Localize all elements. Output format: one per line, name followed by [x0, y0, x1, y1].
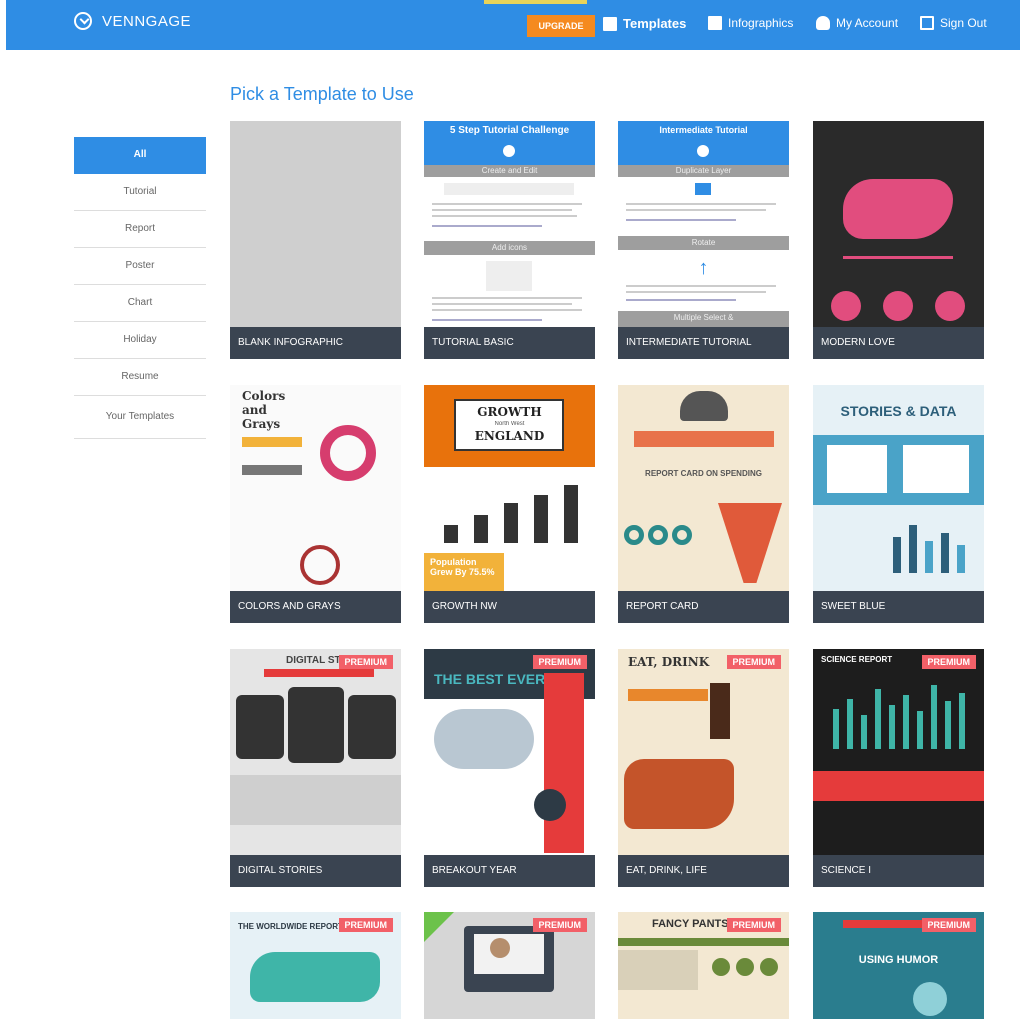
- premium-badge: PREMIUM: [726, 918, 781, 932]
- template-thumbnail: Intermediate Tutorial Duplicate Layer Ro…: [618, 121, 789, 327]
- sidebar-item-all[interactable]: All: [74, 137, 206, 174]
- template-thumbnail: 5 Step Tutorial Challenge Create and Edi…: [424, 121, 595, 327]
- template-label: BLANK INFOGRAPHIC: [230, 327, 401, 359]
- template-card-tutorial-basic[interactable]: 5 Step Tutorial Challenge Create and Edi…: [424, 121, 595, 359]
- thumb-title-2: ENGLAND: [474, 429, 545, 443]
- template-label: MODERN LOVE: [813, 327, 984, 359]
- category-sidebar: All Tutorial Report Poster Chart Holiday…: [74, 137, 206, 439]
- nav-sign-out-label: Sign Out: [940, 16, 987, 30]
- template-label: COLORS AND GRAYS: [230, 591, 401, 623]
- nav-my-account[interactable]: My Account: [816, 16, 898, 30]
- thumb-section: Create and Edit: [481, 166, 538, 175]
- thumb-title: GROWTH: [477, 405, 542, 419]
- template-thumbnail: THE BEST EVER: [424, 649, 595, 855]
- template-thumbnail: [230, 121, 401, 327]
- template-card-intermediate-tutorial[interactable]: Intermediate Tutorial Duplicate Layer Ro…: [618, 121, 789, 359]
- sidebar-item-chart[interactable]: Chart: [74, 285, 206, 322]
- template-card-worldwide-report[interactable]: THE WORLDWIDE REPORT PREMIUM: [230, 912, 401, 1019]
- template-thumbnail: DIGITAL STORI: [230, 649, 401, 855]
- template-card-using-humor[interactable]: USING HUMOR PREMIUM: [813, 912, 984, 1019]
- thumb-title: REPORT CARD ON SPENDING: [645, 469, 762, 478]
- thumb-title: 5 Step Tutorial Challenge: [449, 125, 570, 136]
- thumb-title: USING HUMOR: [858, 954, 939, 966]
- account-icon: [816, 16, 830, 30]
- template-card-sweet-blue[interactable]: STORIES & DATA SWEET BLUE: [813, 385, 984, 623]
- thumb-section: Multiple Select &: [673, 313, 734, 322]
- template-card-growth-nw[interactable]: GROWTH North West ENGLAND Population Gre…: [424, 385, 595, 623]
- nav-accent-bar: [484, 0, 587, 4]
- template-thumbnail: Colors and Grays: [230, 385, 401, 591]
- thumb-title: Colors and Grays: [242, 389, 286, 431]
- template-card-eat-drink-life[interactable]: EAT, DRINK PREMIUM EAT, DRINK, LIFE: [618, 649, 789, 887]
- thumb-section: Add icons: [491, 243, 528, 252]
- template-card-blank-infographic[interactable]: BLANK INFOGRAPHIC: [230, 121, 401, 359]
- thumb-title: THE WORLDWIDE REPORT: [238, 922, 343, 931]
- template-thumbnail: REPORT CARD ON SPENDING: [618, 385, 789, 591]
- nav-infographics[interactable]: Infographics: [708, 16, 793, 30]
- premium-badge: PREMIUM: [921, 918, 976, 932]
- premium-badge: PREMIUM: [726, 655, 781, 669]
- sidebar-item-resume[interactable]: Resume: [74, 359, 206, 396]
- thumb-title: STORIES & DATA: [840, 403, 957, 419]
- template-card-premium-2[interactable]: PREMIUM: [424, 912, 595, 1019]
- template-thumbnail: [813, 121, 984, 327]
- template-thumbnail: GROWTH North West ENGLAND Population Gre…: [424, 385, 595, 591]
- template-card-modern-love[interactable]: MODERN LOVE: [813, 121, 984, 359]
- template-thumbnail: SCIENCE REPORT: [813, 649, 984, 855]
- nav-my-account-label: My Account: [836, 16, 899, 30]
- logo-icon: [74, 12, 92, 30]
- template-card-fancy-pants[interactable]: FANCY PANTS R PREMIUM: [618, 912, 789, 1019]
- template-label: BREAKOUT YEAR: [424, 855, 595, 887]
- sidebar-item-holiday[interactable]: Holiday: [74, 322, 206, 359]
- template-label: SCIENCE I: [813, 855, 984, 887]
- thumb-title: THE BEST EVER: [434, 671, 546, 687]
- up-arrow-icon: ↑: [698, 257, 709, 279]
- premium-badge: PREMIUM: [921, 655, 976, 669]
- sidebar-item-poster[interactable]: Poster: [74, 248, 206, 285]
- template-card-science-i[interactable]: SCIENCE REPORT PREMIUM SCIENCE I: [813, 649, 984, 887]
- template-card-colors-and-grays[interactable]: Colors and Grays COLORS AND GRAYS: [230, 385, 401, 623]
- thumb-stat: Population Grew By 75.5%: [430, 557, 495, 577]
- thumb-subtitle: North West: [494, 421, 525, 427]
- sidebar-item-report[interactable]: Report: [74, 211, 206, 248]
- nav-sign-out[interactable]: Sign Out: [920, 16, 987, 30]
- templates-icon: [603, 16, 617, 31]
- nav-infographics-label: Infographics: [728, 16, 794, 30]
- template-label: INTERMEDIATE TUTORIAL: [618, 327, 789, 359]
- thumb-title: EAT, DRINK: [628, 655, 710, 669]
- infographics-icon: [708, 16, 722, 30]
- premium-badge: PREMIUM: [338, 655, 393, 669]
- thumb-section: Duplicate Layer: [675, 166, 732, 175]
- template-label: SWEET BLUE: [813, 591, 984, 623]
- nav-templates-label: Templates: [623, 16, 687, 31]
- nav-templates[interactable]: Templates: [603, 16, 686, 31]
- page-title: Pick a Template to Use: [230, 84, 414, 104]
- premium-badge: PREMIUM: [338, 918, 393, 932]
- thumb-section: Rotate: [691, 238, 716, 247]
- premium-badge: PREMIUM: [532, 655, 587, 669]
- template-label: EAT, DRINK, LIFE: [618, 855, 789, 887]
- sidebar-item-your-templates[interactable]: Your Templates: [74, 396, 206, 439]
- sidebar-item-tutorial[interactable]: Tutorial: [74, 174, 206, 211]
- template-label: TUTORIAL BASIC: [424, 327, 595, 359]
- template-card-report-card[interactable]: REPORT CARD ON SPENDING REPORT CARD: [618, 385, 789, 623]
- thumb-title: SCIENCE REPORT: [821, 655, 893, 664]
- top-nav-bar: VENNGAGE UPGRADE Templates Infographics …: [6, 0, 1020, 50]
- template-label: GROWTH NW: [424, 591, 595, 623]
- venngage-logo[interactable]: VENNGAGE: [74, 12, 191, 30]
- template-label: DIGITAL STORIES: [230, 855, 401, 887]
- thumb-title: Intermediate Tutorial: [659, 125, 748, 135]
- template-label: REPORT CARD: [618, 591, 789, 623]
- template-thumbnail: EAT, DRINK: [618, 649, 789, 855]
- template-thumbnail: STORIES & DATA: [813, 385, 984, 591]
- logo-text: VENNGAGE: [102, 12, 192, 30]
- template-card-breakout-year[interactable]: THE BEST EVER PREMIUM BREAKOUT YEAR: [424, 649, 595, 887]
- template-card-digital-stories[interactable]: DIGITAL STORI PREMIUM DIGITAL STORIES: [230, 649, 401, 887]
- sign-out-icon: [920, 16, 934, 30]
- upgrade-button[interactable]: UPGRADE: [527, 15, 595, 37]
- premium-badge: PREMIUM: [532, 918, 587, 932]
